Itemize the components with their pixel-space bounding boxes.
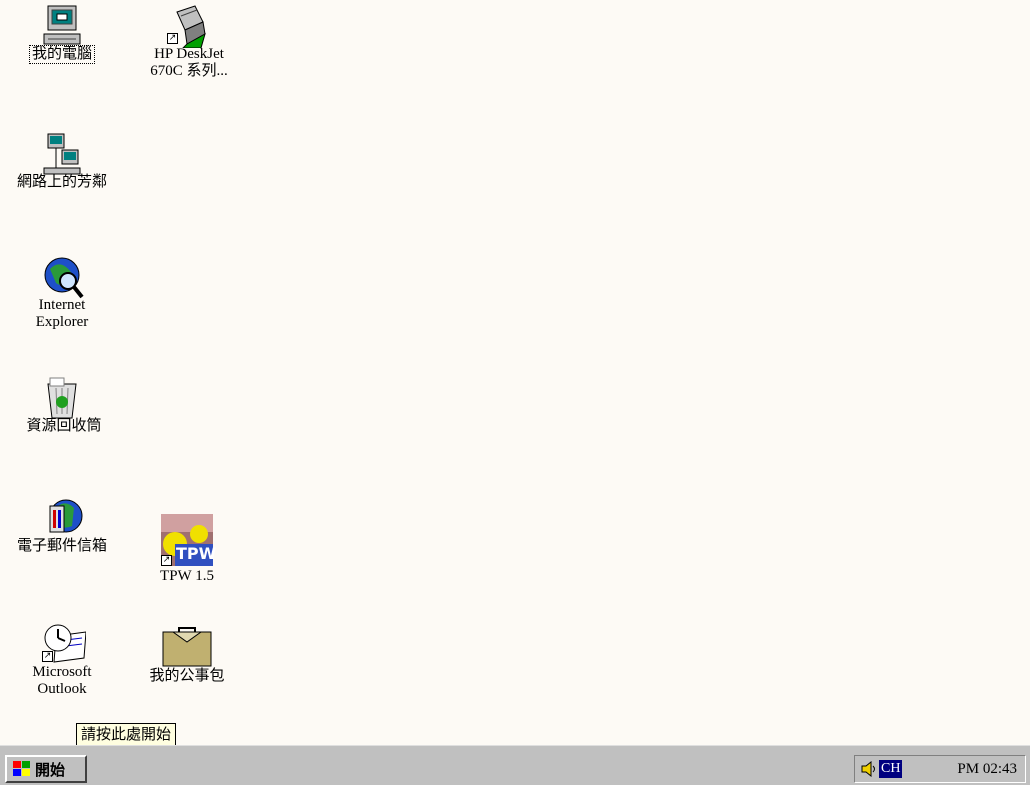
desktop-icon-inbox[interactable]: 電子郵件信箱 [12,496,112,555]
start-button-label: 開始 [35,760,66,779]
briefcase-icon [161,626,213,667]
desktop-icon-network-neighborhood[interactable]: 網路上的芳鄰 [12,132,112,191]
desktop-icon-label: HP DeskJet 670C 系列... [150,46,228,79]
desktop-icon-label: 資源回收筒 [26,418,102,434]
taskbar: 開始 CH PM 02:43 [0,745,1030,785]
desktop: 我的電腦 ↗ HP DeskJet 670C 系列... 網路上的芳鄰 Inte… [0,0,1030,745]
desktop-icon-label: 網路上的芳鄰 [17,174,108,190]
ime-indicator[interactable]: CH [879,760,903,778]
inbox-icon [42,496,83,536]
desktop-icon-label: 我的公事包 [149,668,225,684]
desktop-icon-internet-explorer[interactable]: Internet Explorer [12,255,112,331]
start-button[interactable]: 開始 [5,755,87,783]
desktop-icon-tpw[interactable]: TPW ↗ TPW 1.5 [137,514,237,585]
clock[interactable]: PM 02:43 [957,761,1017,778]
speaker-icon[interactable] [861,760,877,778]
recycle-bin-icon [42,376,82,419]
desktop-icon-label: TPW 1.5 [160,568,214,584]
system-tray: CH PM 02:43 [854,755,1026,783]
desktop-icon-briefcase[interactable]: 我的公事包 [137,626,237,685]
computer-icon [42,4,82,45]
start-tooltip: 請按此處開始 [76,723,177,746]
tpw-icon-text: TPW [176,544,217,563]
desktop-icon-label: Internet Explorer [35,297,89,330]
globe-icon [42,255,84,299]
outlook-clock-icon: ↗ [42,622,87,663]
shortcut-arrow-icon: ↗ [167,33,178,44]
tpw-app-icon: TPW ↗ [161,514,217,566]
desktop-icon-label: 電子郵件信箱 [17,538,108,554]
network-icon [42,132,82,175]
shortcut-arrow-icon: ↗ [161,555,172,566]
desktop-icon-my-computer[interactable]: 我的電腦 [12,4,112,64]
desktop-icon-hp-printer[interactable]: ↗ HP DeskJet 670C 系列... [137,4,237,80]
windows-logo-icon [12,760,32,778]
desktop-icon-outlook[interactable]: ↗ Microsoft Outlook [12,622,112,698]
desktop-icon-label: Microsoft Outlook [32,664,92,697]
printer-icon: ↗ [167,4,207,49]
desktop-icon-label: 我的電腦 [28,45,96,64]
desktop-icon-recycle-bin[interactable]: 資源回收筒 [12,376,112,435]
shortcut-arrow-icon: ↗ [42,651,53,662]
